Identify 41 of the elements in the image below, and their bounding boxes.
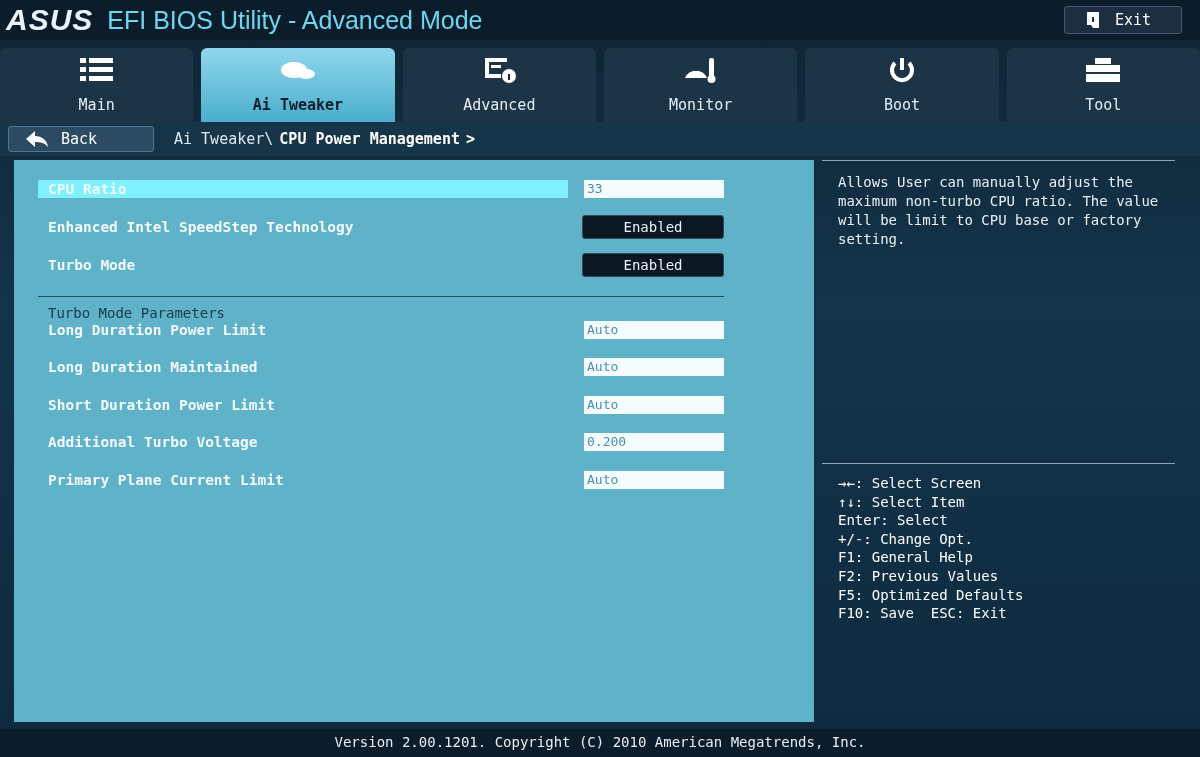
window-title: EFI BIOS Utility - Advanced Mode — [107, 5, 484, 35]
version-text: Version 2.00.1201. Copyright (C) 2010 American Megatrends, Inc. — [0, 729, 1200, 757]
key-hint: ↑↓: Select Item — [838, 492, 966, 512]
value-field[interactable]: Auto — [584, 470, 724, 489]
tab[interactable]: Advanced — [402, 48, 596, 122]
key-hint: →←: Select Screen — [838, 474, 983, 493]
breadcrumb-path: Ai Tweaker\ — [174, 130, 274, 148]
setting-label[interactable]: Long Duration Power Limit — [38, 320, 277, 339]
section-title: Turbo Mode Parameters — [47, 305, 226, 321]
tab[interactable]: Monitor — [604, 48, 798, 122]
key-hint: F2: Previous Values — [838, 566, 1000, 586]
option-button[interactable]: Enabled — [582, 253, 724, 277]
back-arrow-icon — [25, 130, 49, 148]
key-hint: +/-: Change Opt. — [838, 529, 974, 549]
tab[interactable]: Tool — [1006, 48, 1200, 122]
door-icon — [1084, 11, 1101, 29]
tab[interactable]: Ai Tweaker — [201, 48, 395, 122]
setting-label[interactable]: Short Duration Power Limit — [38, 395, 285, 414]
setting-label[interactable]: Additional Turbo Voltage — [38, 433, 268, 452]
setting-label[interactable]: Primary Plane Current Limit — [38, 470, 294, 489]
help-text: Allows User can manually adjust the maximum non-turbo CPU ratio. The value will be limit to CPU base or factory setting. — [838, 173, 1160, 249]
tab[interactable]: Main — [0, 48, 194, 122]
value-field[interactable]: Auto — [584, 320, 724, 339]
breadcrumb-arrow: > — [465, 130, 475, 148]
option-button[interactable]: Enabled — [582, 215, 724, 239]
key-hint: Enter: Select — [838, 511, 949, 530]
value-field[interactable]: Auto — [584, 358, 724, 377]
key-hint: F10: Save ESC: Exit — [838, 604, 1008, 623]
key-hint: F1: General Help — [838, 548, 974, 567]
value-field[interactable]: Auto — [584, 395, 724, 414]
back-button[interactable]: Back — [8, 126, 154, 152]
value-field[interactable]: 33 — [584, 180, 724, 198]
logo: ASUS — [6, 3, 94, 37]
breadcrumb-current: CPU Power Management — [279, 130, 460, 148]
setting-label[interactable]: Long Duration Maintained — [38, 358, 268, 377]
value-field[interactable]: 0.200 — [584, 433, 724, 452]
setting-label[interactable]: Enhanced Intel SpeedStep Technology — [38, 218, 364, 236]
setting-label[interactable]: Turbo Mode — [38, 256, 146, 274]
tab[interactable]: Boot — [805, 48, 999, 122]
key-hint: F5: Optimized Defaults — [838, 585, 1025, 605]
exit-button[interactable]: Exit — [1063, 6, 1182, 34]
